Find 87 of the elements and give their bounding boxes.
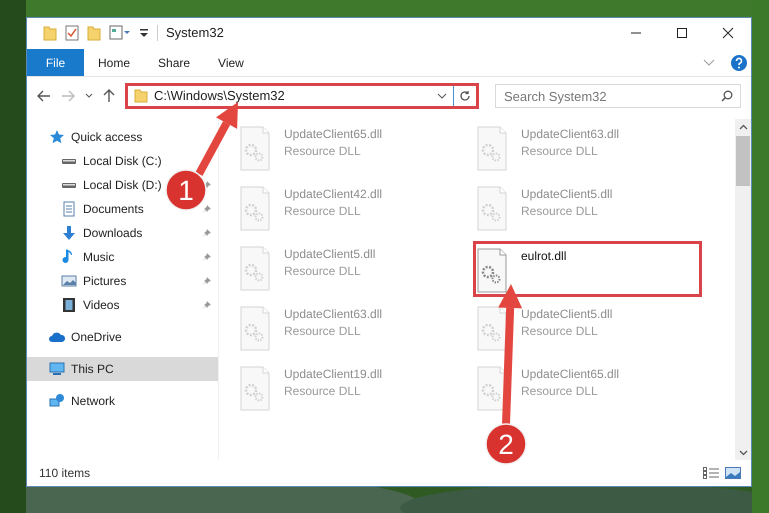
sidebar-item[interactable]: Network [71, 392, 116, 410]
file-name: UpdateClient5.dll [284, 246, 376, 263]
drive-icon [61, 182, 77, 188]
file-name: UpdateClient5.dll [521, 186, 612, 203]
large-icons-view-icon[interactable] [725, 467, 741, 479]
gears-file-icon [477, 248, 507, 293]
drive-icon [61, 158, 77, 164]
pin-icon[interactable] [202, 252, 212, 262]
maximize-icon[interactable] [676, 27, 688, 39]
step-badge [165, 169, 207, 211]
window-title: System32 [166, 24, 224, 42]
scrollbar-thumb[interactable] [736, 136, 750, 186]
search-field[interactable]: Search System32 [495, 84, 741, 108]
chevron-down-icon[interactable] [437, 93, 447, 99]
step-number: 1 [178, 175, 194, 206]
sidebar-item[interactable]: This PC [71, 360, 114, 378]
close-icon[interactable] [722, 27, 734, 39]
file-type: Resource DLL [521, 143, 599, 160]
ribbon-tab[interactable]: File [27, 49, 84, 76]
sidebar-item[interactable]: Music [83, 248, 114, 266]
up-arrow-icon[interactable] [103, 89, 115, 103]
file-name: UpdateClient5.dll [521, 306, 612, 323]
item-count: 110 items [39, 465, 90, 482]
star-icon [49, 129, 65, 145]
sidebar-item[interactable]: Documents [83, 200, 144, 218]
gears-file-icon [240, 246, 270, 291]
sidebar-item[interactable]: Local Disk (D:) [83, 176, 162, 194]
chevron-up-icon[interactable] [738, 124, 748, 130]
gears-file-icon [240, 186, 270, 231]
file-type: Resource DLL [521, 323, 599, 340]
ribbon-tab[interactable]: View [204, 49, 258, 76]
sidebar-item[interactable]: Videos [83, 296, 120, 314]
picture-icon [61, 273, 77, 289]
sidebar-item[interactable]: Downloads [83, 224, 142, 242]
scrollbar[interactable] [735, 119, 751, 460]
film-icon [61, 297, 77, 313]
file-name: UpdateClient63.dll [521, 126, 620, 143]
pin-icon[interactable] [202, 300, 212, 310]
gears-file-icon [240, 126, 270, 171]
file-type: Resource DLL [521, 383, 599, 400]
file-type: Resource DLL [284, 383, 362, 400]
address-path: C:\Windows\System32 [154, 87, 285, 106]
gears-file-icon [240, 366, 270, 411]
gears-file-icon [477, 306, 507, 351]
dropdown-icon[interactable] [139, 27, 149, 39]
search-icon [721, 90, 733, 102]
checklist-icon[interactable] [65, 25, 79, 41]
document-icon [61, 201, 77, 217]
step-badge [485, 423, 527, 465]
file-type: Resource DLL [284, 203, 362, 220]
gears-file-icon [477, 366, 507, 411]
gears-file-icon [477, 186, 507, 231]
back-arrow-icon[interactable] [37, 90, 51, 102]
file-name: UpdateClient65.dll [284, 126, 382, 143]
globe-monitor-icon [49, 393, 65, 409]
file-name: UpdateClient42.dll [284, 186, 382, 203]
file-type: Resource DLL [521, 203, 599, 220]
chevron-down-icon[interactable] [738, 450, 748, 456]
file-type: Resource DLL [284, 143, 362, 160]
monitor-icon [49, 361, 65, 377]
ribbon-tab[interactable]: Share [144, 49, 204, 76]
file-name: UpdateClient65.dll [521, 366, 620, 383]
pin-icon[interactable] [202, 276, 212, 286]
sidebar-item[interactable]: Pictures [83, 272, 126, 290]
gears-file-icon [477, 126, 507, 171]
sidebar-item[interactable]: Local Disk (C:) [83, 152, 162, 170]
refresh-icon[interactable] [459, 90, 471, 102]
properties-icon[interactable] [109, 25, 131, 41]
gears-file-icon [240, 306, 270, 351]
ribbon-tab[interactable]: Home [84, 49, 144, 76]
help-icon[interactable] [731, 54, 747, 70]
details-view-icon[interactable] [703, 467, 719, 479]
down-arrow-icon [61, 225, 77, 241]
step-number: 2 [498, 429, 514, 460]
file-name: eulrot.dll [521, 248, 566, 265]
file-name: UpdateClient19.dll [284, 366, 382, 383]
file-item[interactable]: eulrot.dll [473, 241, 702, 297]
file-type: Resource DLL [284, 323, 362, 340]
sidebar-item[interactable]: Quick access [71, 128, 142, 146]
file-type: Resource DLL [284, 263, 362, 280]
chevron-down-icon[interactable] [85, 93, 93, 99]
file-name: UpdateClient63.dll [284, 306, 382, 323]
pin-icon[interactable] [202, 204, 212, 214]
pin-icon[interactable] [202, 228, 212, 238]
address-bar[interactable]: C:\Windows\System32 [125, 83, 479, 109]
folder-icon [134, 89, 148, 103]
sidebar-item[interactable]: OneDrive [71, 328, 122, 346]
